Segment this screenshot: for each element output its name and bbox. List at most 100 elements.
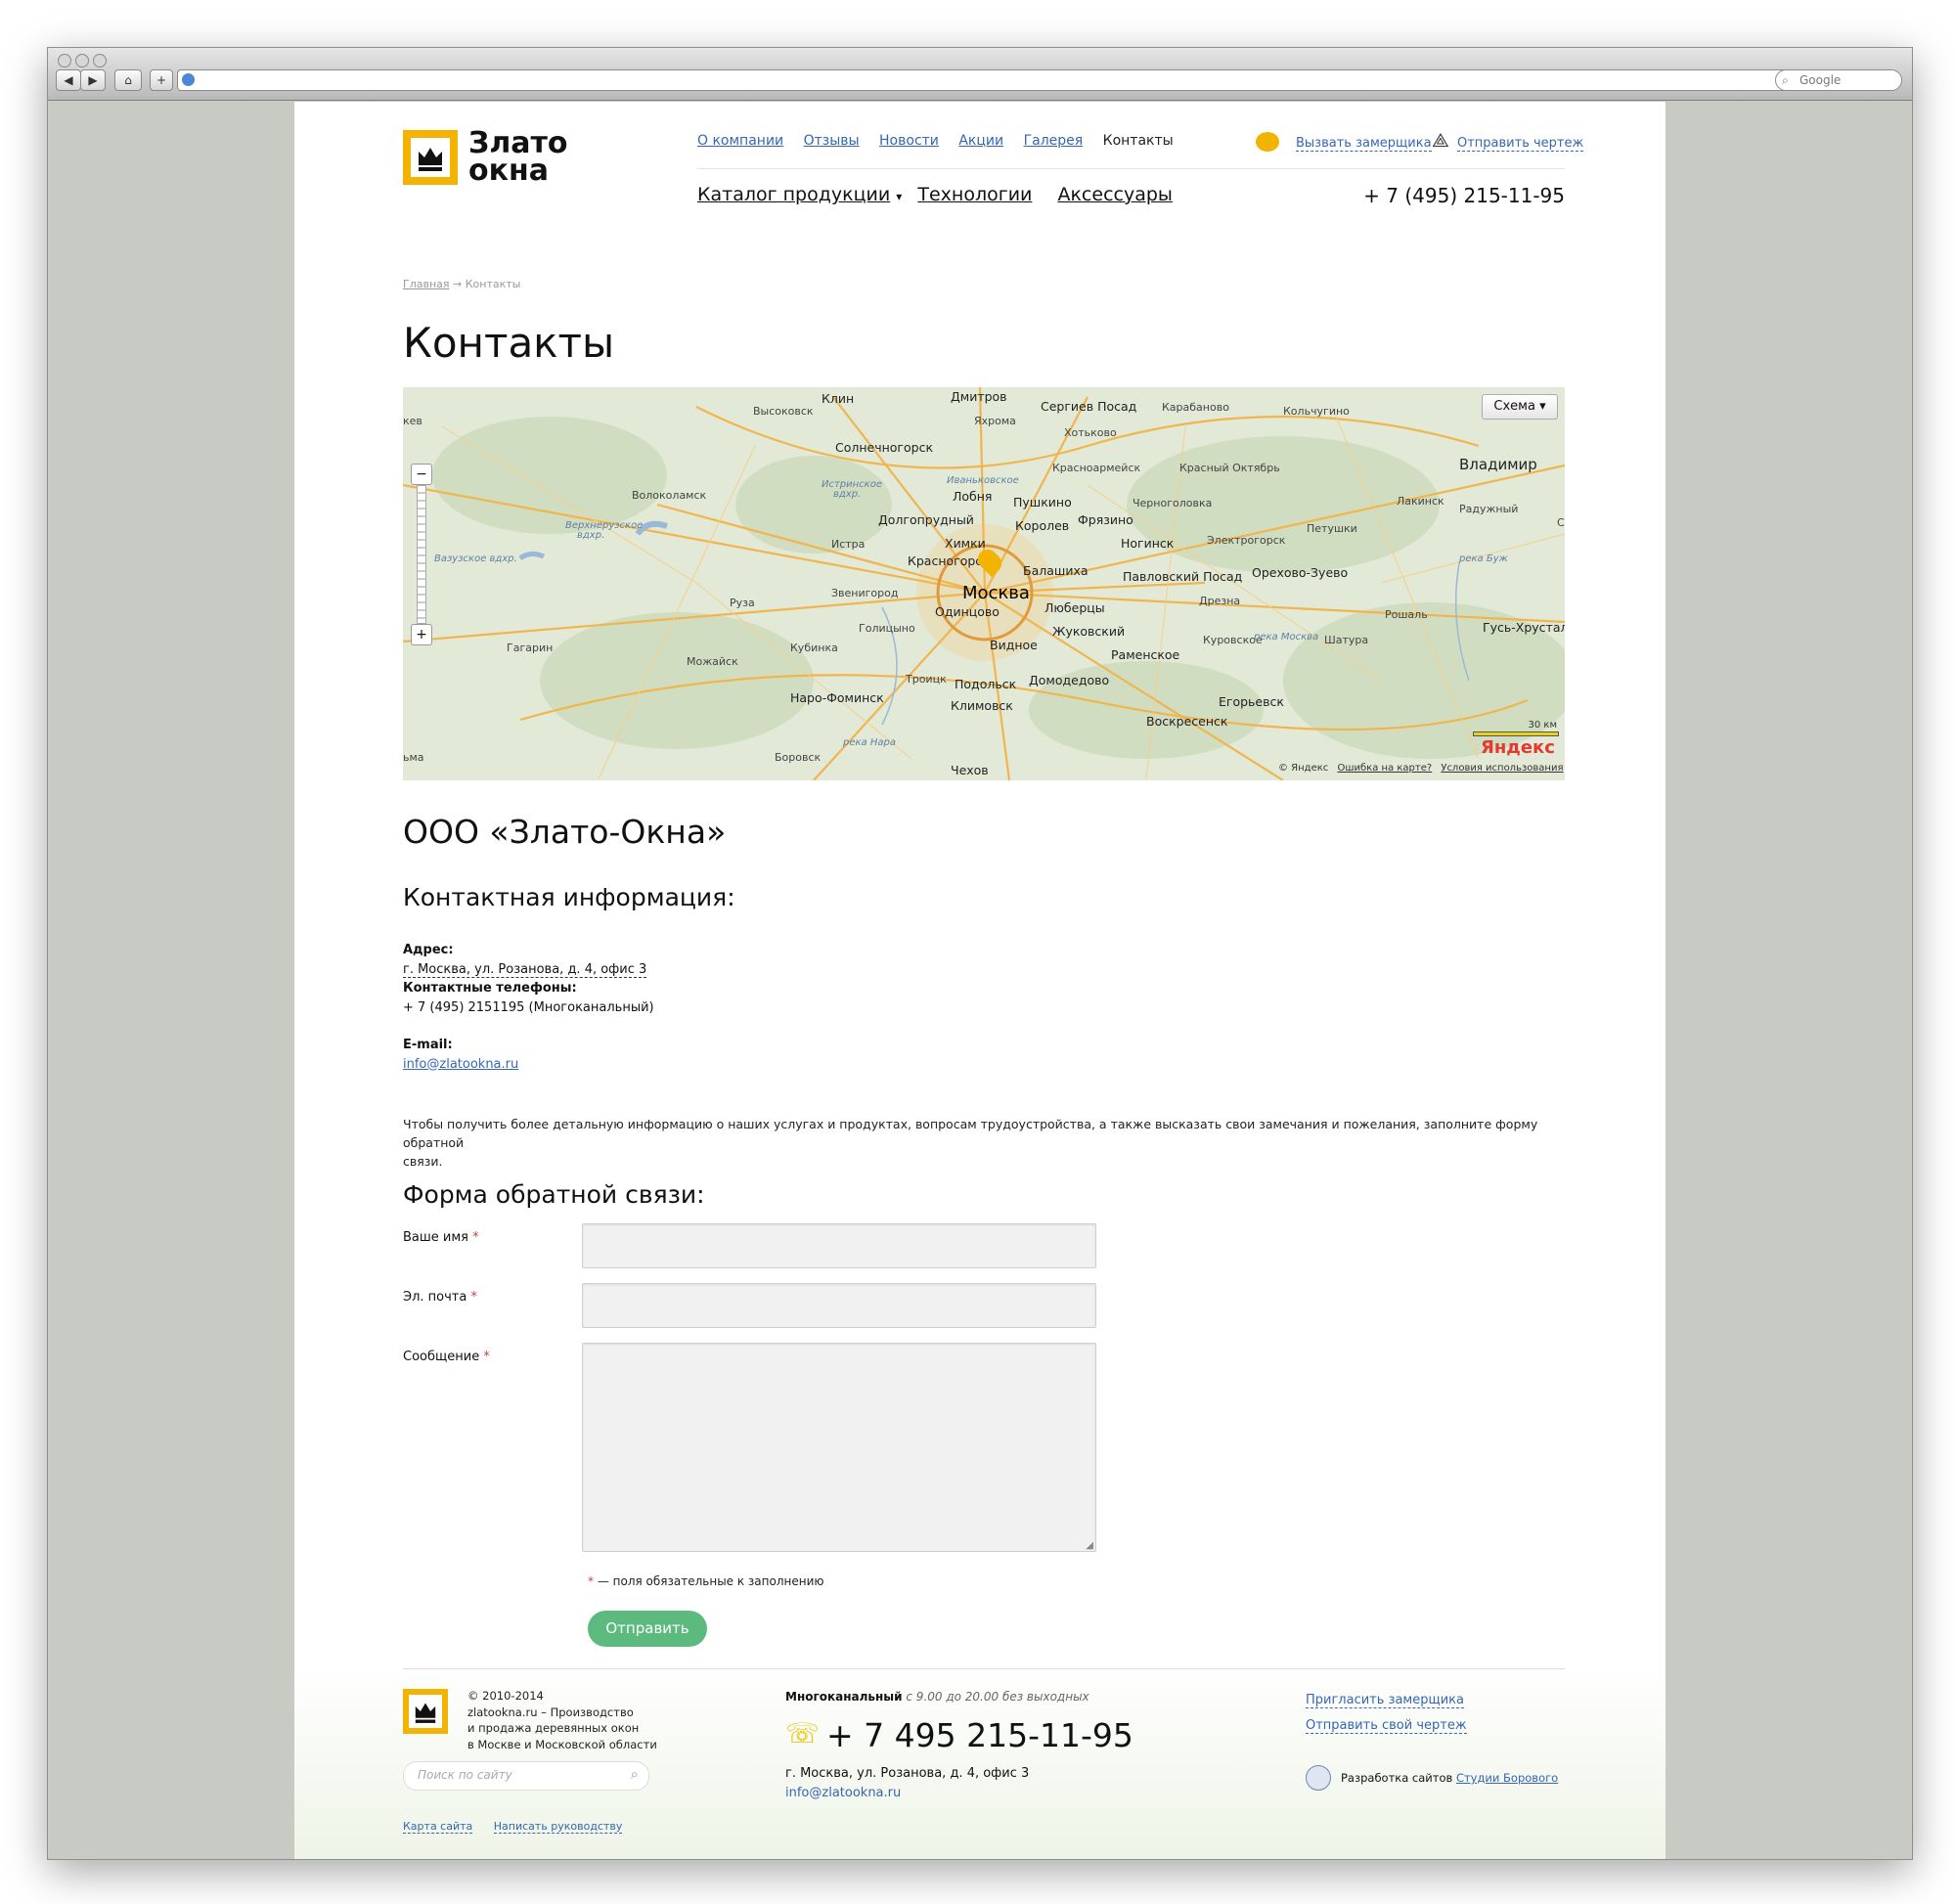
call-measurer-link[interactable]: Вызвать замерщика: [1296, 136, 1432, 152]
map-city-label: Воскресенск: [1146, 714, 1228, 729]
map-city-label: Наро-Фоминск: [790, 690, 884, 705]
required-note: * — поля обязательные к заполнению: [588, 1574, 824, 1588]
address-value[interactable]: г. Москва, ул. Розанова, д. 4, офис 3: [403, 961, 647, 978]
breadcrumb-home[interactable]: Главная: [403, 278, 450, 290]
nav-about[interactable]: О компании: [697, 133, 783, 149]
add-bookmark-icon[interactable]: +: [150, 69, 173, 91]
multichannel-label: Многоканальный: [785, 1690, 903, 1704]
invite-measurer-link[interactable]: Пригласить замерщика: [1306, 1693, 1464, 1708]
map-city-label: Фрязино: [1078, 512, 1133, 527]
map-error-link[interactable]: Ошибка на карте?: [1337, 763, 1432, 774]
main-nav: Каталог продукции ▾ Технологии Аксессуар…: [697, 184, 1173, 205]
minimize-window-button[interactable]: [75, 54, 89, 67]
submit-button[interactable]: Отправить: [588, 1611, 707, 1647]
yandex-map[interactable]: Москва Клин Дмитров Сергиев Посад Карабаново…: [403, 387, 1565, 780]
company-title: ООО «Злато-Окна»: [403, 813, 727, 851]
info-text-line2: связи.: [403, 1154, 443, 1169]
map-city-label: кев: [403, 415, 422, 427]
email-link[interactable]: info@zlatookna.ru: [403, 1057, 518, 1072]
studio-logo-icon[interactable]: [1306, 1765, 1331, 1791]
map-city-label: Павловский Посад: [1123, 569, 1243, 584]
send-own-drawing-link[interactable]: Отправить свой чертеж: [1306, 1718, 1467, 1734]
sitemap-link[interactable]: Карта сайта: [403, 1820, 473, 1834]
logo-icon[interactable]: [403, 130, 458, 185]
map-city-label: Владимир: [1459, 456, 1537, 473]
footer-logo-icon[interactable]: [403, 1689, 448, 1734]
browser-search-input[interactable]: ⌕ Google: [1775, 69, 1902, 91]
footer-links: Карта сайта Написать руководству: [403, 1820, 623, 1834]
nav-news[interactable]: Новости: [879, 133, 939, 149]
map-city-label: Химки: [945, 536, 986, 551]
back-button[interactable]: ◀: [56, 69, 81, 91]
forward-button[interactable]: ▶: [80, 69, 106, 91]
nav-gallery[interactable]: Галерея: [1024, 133, 1084, 149]
nav-promotions[interactable]: Акции: [958, 133, 1003, 149]
map-city-label: Пушкино: [1013, 495, 1072, 509]
search-icon[interactable]: ⌕: [631, 1765, 639, 1783]
nav-catalog[interactable]: Каталог продукции: [697, 184, 890, 205]
map-city-label: Яхрома: [974, 415, 1016, 427]
home-icon[interactable]: ⌂: [114, 69, 142, 91]
web-page: Злато окна О компании Отзывы Новости Акц…: [294, 102, 1666, 1859]
map-city-label: Домодедово: [1029, 673, 1110, 687]
logo-text[interactable]: Злато окна: [468, 129, 568, 186]
breadcrumb-sep: →: [453, 278, 463, 290]
nav-technologies[interactable]: Технологии: [917, 184, 1032, 205]
map-city-label: Балашиха: [1023, 563, 1089, 578]
footer-copyright: © 2010-2014 zlatookna.ru – Производство …: [467, 1688, 657, 1752]
nav-accessories[interactable]: Аксессуары: [1057, 184, 1172, 205]
name-label-text: Ваше имя: [403, 1230, 468, 1245]
crown-icon: [419, 148, 442, 171]
map-city-label: Видное: [990, 638, 1038, 652]
catalog-dropdown-icon[interactable]: ▾: [896, 190, 902, 203]
footer-phone: + 7 495 215-11-95: [826, 1716, 1133, 1754]
address-label: Адрес:: [403, 943, 454, 957]
message-label-text: Сообщение: [403, 1350, 480, 1364]
name-label: Ваше имя *: [403, 1230, 479, 1245]
map-city-label: Кольчугино: [1283, 405, 1350, 418]
nav-contacts-current: Контакты: [1102, 133, 1174, 149]
map-city-label: Чехов: [951, 763, 989, 777]
nav-reviews[interactable]: Отзывы: [804, 133, 860, 149]
footer-search-input[interactable]: Поиск по сайту ⌕: [403, 1761, 649, 1791]
map-water-label: река Нара: [843, 737, 896, 748]
map-city-label: Хотьково: [1064, 426, 1117, 439]
footer-email-link[interactable]: info@zlatookna.ru: [785, 1784, 1029, 1803]
contact-info: Адрес: г. Москва, ул. Розанова, д. 4, оф…: [403, 941, 654, 1074]
send-drawing-link[interactable]: Отправить чертеж: [1457, 136, 1584, 152]
map-city-label: Долгопрудный: [878, 512, 974, 527]
map-zoom-slider[interactable]: [417, 485, 426, 624]
address-bar[interactable]: ↻: [177, 69, 1824, 91]
map-zoom-in-button[interactable]: +: [411, 624, 432, 645]
zoom-window-button[interactable]: [93, 54, 107, 67]
map-zoom-out-button[interactable]: −: [411, 464, 432, 485]
footer-divider: [403, 1668, 1565, 1669]
write-management-link[interactable]: Написать руководству: [493, 1820, 623, 1834]
breadcrumb: Главная → Контакты: [403, 278, 520, 290]
map-city-label: Жуковский: [1052, 624, 1126, 639]
breadcrumb-current: Контакты: [465, 278, 521, 290]
map-terms-link[interactable]: Условия использования: [1441, 763, 1563, 774]
message-textarea[interactable]: ◢: [582, 1343, 1096, 1552]
map-attribution: © Яндекс Ошибка на карте? Условия исполь…: [1278, 763, 1563, 774]
email-input[interactable]: [582, 1283, 1096, 1328]
map-city-label: Красный Октябрь: [1179, 462, 1280, 474]
email-field-label: Эл. почта *: [403, 1290, 477, 1305]
map-city-label: Королев: [1015, 518, 1070, 533]
map-city-label: Кубинка: [790, 642, 838, 654]
studio-link[interactable]: Студии Борового: [1456, 1771, 1558, 1785]
map-city-label: Высоковск: [753, 405, 814, 418]
map-city-label: Лобня: [953, 489, 993, 504]
map-scheme-button[interactable]: Схема ▾: [1482, 394, 1558, 420]
map-city-label: Можайск: [687, 655, 738, 668]
resize-handle-icon[interactable]: ◢: [1086, 1540, 1093, 1551]
footer-hours: Многоканальный с 9.00 до 20.00 без выход…: [785, 1690, 1089, 1704]
browser-window: ◀ ▶ ⌂ + ↻ ⌕ Google Злато окна О к: [47, 47, 1913, 1860]
info-text: Чтобы получить более детальную информаци…: [403, 1115, 1567, 1171]
map-scale-bar: [1473, 731, 1559, 736]
close-window-button[interactable]: [58, 54, 71, 67]
map-water-label: вдхр.: [577, 530, 605, 541]
browser-toolbar: ◀ ▶ ⌂ + ↻ ⌕ Google: [48, 48, 1912, 101]
footer-actions: Пригласить замерщика Отправить свой черт…: [1306, 1688, 1467, 1739]
name-input[interactable]: [582, 1223, 1096, 1268]
